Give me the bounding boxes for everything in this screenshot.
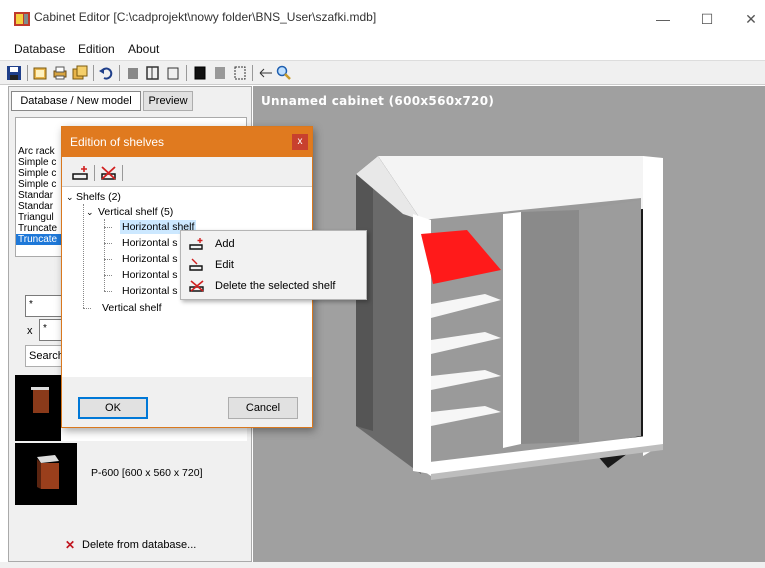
tab-database-new-model[interactable]: Database / New model [11, 91, 141, 111]
list-item[interactable]: Truncate [18, 223, 57, 234]
minimize-button[interactable]: — [648, 8, 678, 30]
undo-icon[interactable] [98, 65, 114, 81]
tree-node-horizontal-shelf[interactable]: Horizontal s [122, 252, 177, 266]
list-item[interactable]: Simple c [18, 157, 56, 168]
delete-shelf-icon [189, 280, 204, 292]
wireframe-view-icon[interactable] [165, 65, 181, 81]
copy-model-icon[interactable] [72, 65, 88, 81]
cabinet-3d-model [356, 156, 663, 480]
dialog-close-button[interactable]: x [292, 134, 308, 150]
context-menu: Add Edit Delete the selected shelf [180, 230, 367, 300]
filter-field-1[interactable]: * [25, 295, 65, 317]
dialog-button-bar: OK Cancel [62, 377, 312, 427]
close-button[interactable]: ✕ [736, 8, 765, 30]
menu-database[interactable]: Database [14, 42, 65, 56]
list-item[interactable]: Arc rack [18, 146, 55, 157]
dashed-box-icon[interactable] [232, 65, 248, 81]
maximize-button[interactable]: ☐ [692, 8, 722, 30]
chevron-down-icon[interactable]: ⌄ [86, 205, 94, 219]
delete-shelf-icon[interactable] [100, 165, 118, 181]
open-model-icon[interactable] [32, 65, 48, 81]
black-box-icon[interactable] [192, 65, 208, 81]
delete-icon: ✕ [65, 538, 76, 552]
list-item[interactable]: Triangul [18, 212, 54, 223]
save-icon[interactable] [6, 65, 22, 81]
ok-button[interactable]: OK [78, 397, 148, 419]
list-item[interactable]: Standar [18, 190, 53, 201]
context-delete[interactable]: Delete the selected shelf [181, 276, 366, 297]
tree-node-root[interactable]: Shelfs (2) [76, 190, 121, 204]
solid-view-icon[interactable] [125, 65, 141, 81]
dialog-title: Edition of shelves [62, 127, 312, 157]
add-shelf-icon [189, 238, 203, 250]
tree-node-horizontal-shelf[interactable]: Horizontal s [122, 284, 177, 298]
app-icon [14, 12, 30, 26]
delete-from-database-button[interactable]: ✕ Delete from database... [65, 538, 245, 554]
menu-edition[interactable]: Edition [78, 42, 115, 56]
3d-viewport[interactable]: Unnamed cabinet (600x560x720) [253, 86, 765, 562]
cancel-button[interactable]: Cancel [228, 397, 298, 419]
tree-node-horizontal-shelf[interactable]: Horizontal s [122, 268, 177, 282]
model-thumbnail[interactable] [15, 375, 61, 441]
list-item[interactable]: Simple c [18, 179, 56, 190]
tree-node-vertical-group[interactable]: Vertical shelf (5) [98, 205, 173, 219]
tree-node-horizontal-shelf[interactable]: Horizontal s [122, 236, 177, 250]
context-edit-label: Edit [215, 259, 234, 271]
tab-preview[interactable]: Preview [143, 91, 193, 111]
cabinet-view-icon[interactable] [145, 65, 161, 81]
status-bar [0, 562, 765, 568]
tree-node-vertical-shelf[interactable]: Vertical shelf [102, 301, 162, 315]
context-delete-label: Delete the selected shelf [215, 280, 336, 292]
edit-shelf-icon [189, 258, 203, 271]
context-add[interactable]: Add [181, 234, 366, 255]
menu-bar: Database Edition About [0, 38, 765, 60]
dialog-toolbar [62, 157, 312, 187]
zoom-icon[interactable] [276, 65, 292, 81]
model-label: P-600 [600 x 560 x 720] [91, 467, 203, 479]
model-thumbnail [15, 443, 77, 505]
print-icon[interactable] [52, 65, 68, 81]
toolbar [0, 60, 765, 85]
model-card[interactable]: P-600 [600 x 560 x 720] [15, 441, 247, 525]
x-label: x [27, 325, 33, 337]
window-title: Cabinet Editor [C:\cadprojekt\nowy folde… [34, 10, 377, 24]
title-bar: Cabinet Editor [C:\cadprojekt\nowy folde… [0, 0, 765, 38]
gray-box-icon[interactable] [212, 65, 228, 81]
context-add-label: Add [215, 238, 235, 250]
list-item[interactable]: Simple c [18, 168, 56, 179]
chevron-down-icon[interactable]: ⌄ [66, 190, 74, 204]
dimension-icon[interactable] [258, 65, 274, 81]
menu-about[interactable]: About [128, 42, 159, 56]
context-edit[interactable]: Edit [181, 255, 366, 276]
add-shelf-icon[interactable] [72, 165, 90, 181]
list-item[interactable]: Standar [18, 201, 53, 212]
